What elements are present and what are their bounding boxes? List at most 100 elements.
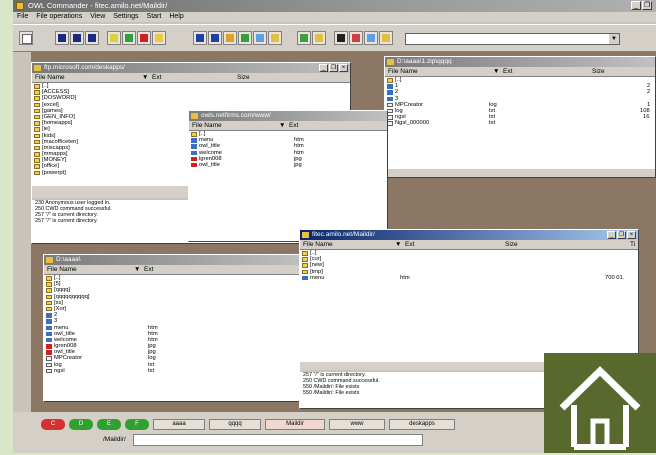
- toolbar-button-blank[interactable]: [19, 31, 33, 45]
- drive-button-c[interactable]: C: [41, 419, 65, 430]
- brief-view-icon[interactable]: [55, 31, 69, 45]
- full-view-icon[interactable]: [70, 31, 84, 45]
- tab-deskapps[interactable]: deskapps: [389, 419, 455, 430]
- col-ext[interactable]: Ext: [503, 67, 512, 76]
- folder-icon: [34, 65, 41, 71]
- terminal-icon[interactable]: [297, 31, 311, 45]
- file-icon: [387, 102, 393, 108]
- tab-maildir[interactable]: Maildir: [265, 419, 325, 430]
- tab-aaaa[interactable]: aaaa: [153, 419, 205, 430]
- col-file-name[interactable]: File Name: [192, 121, 222, 130]
- file-size: 700 01.: [605, 274, 625, 281]
- owl-www-panel[interactable]: owls.netfirms.com/www/ File Name ▼ Ext […: [188, 110, 388, 242]
- file-ext: htm: [400, 274, 410, 281]
- file-name: Ngsl_000000: [395, 120, 430, 127]
- local-aaaa-panel[interactable]: D:\aaaa\ File Name ▼ Ext [..] [5] [qqqq] [q…: [43, 254, 305, 402]
- folder-icon: [34, 139, 40, 145]
- delete-icon[interactable]: [137, 31, 151, 45]
- connect-icon[interactable]: [312, 31, 326, 45]
- col-file-name[interactable]: File Name: [47, 265, 77, 274]
- move-icon[interactable]: [122, 31, 136, 45]
- close-button[interactable]: ×: [339, 64, 348, 72]
- column-header[interactable]: File Name ▼ Ext Size Ti: [300, 240, 638, 250]
- folder-open-icon[interactable]: [379, 31, 393, 45]
- binoculars-icon[interactable]: [334, 31, 348, 45]
- list-item[interactable]: Ngsl_000000 txt: [385, 120, 655, 126]
- minimize-button[interactable]: _: [607, 231, 616, 239]
- sort-icon[interactable]: ▼: [134, 265, 140, 274]
- col-size[interactable]: Size: [237, 73, 250, 82]
- menu-help[interactable]: Help: [169, 12, 183, 22]
- folder-icon: [387, 78, 393, 83]
- panel-title-text: D:\aaaa\: [56, 256, 81, 263]
- file-icon: [46, 325, 52, 330]
- sort-icon[interactable]: ▼: [279, 121, 285, 130]
- folder-icon: [302, 263, 308, 268]
- menu-start[interactable]: Start: [147, 12, 162, 22]
- menu-file[interactable]: File: [17, 12, 28, 22]
- column-header[interactable]: File Name ▼ Ext: [189, 121, 387, 131]
- file-icon: [191, 144, 197, 149]
- menu-file-operations[interactable]: File operations: [36, 12, 82, 22]
- panel-title: ftp.microsoft.com/deskapps/ _ ❐ ×: [32, 63, 350, 73]
- col-size[interactable]: Size: [592, 67, 605, 76]
- file-icon: [46, 331, 52, 337]
- view-icon[interactable]: [208, 31, 222, 45]
- drive-button-e[interactable]: E: [97, 419, 121, 430]
- file-icon: [46, 356, 52, 361]
- command-line-input[interactable]: [133, 434, 423, 446]
- zip-icon[interactable]: [268, 31, 282, 45]
- menu-settings[interactable]: Settings: [113, 12, 138, 22]
- list-item[interactable]: menu htm 700 01.: [300, 275, 638, 281]
- column-header[interactable]: File Name ▼ Ext: [44, 265, 304, 275]
- col-ext[interactable]: Ext: [144, 265, 153, 274]
- panel-title: owls.netfirms.com/www/: [189, 111, 387, 121]
- maximize-button[interactable]: ❐: [329, 64, 338, 72]
- maximize-button[interactable]: ❐: [642, 1, 652, 10]
- col-ext[interactable]: Ext: [405, 240, 414, 249]
- file-list: [..] 12 22 3 MPCreator log 1 log txt 108 ngs…: [385, 77, 655, 169]
- col-ext[interactable]: Ext: [152, 73, 161, 82]
- file-icon: [46, 337, 52, 343]
- minimize-button[interactable]: _: [631, 1, 641, 10]
- sort-icon[interactable]: ▼: [493, 67, 499, 76]
- col-size[interactable]: Size: [505, 240, 518, 249]
- file-icon: [191, 150, 197, 156]
- command-combo[interactable]: ▼: [405, 33, 620, 45]
- sort-icon[interactable]: ▼: [142, 73, 148, 82]
- copy-icon[interactable]: [107, 31, 121, 45]
- folder-icon: [34, 170, 40, 176]
- image-icon[interactable]: [253, 31, 267, 45]
- zip-archive-panel[interactable]: D:\aaaa\1.zip\qqqq File Name ▼ Ext Size …: [384, 56, 656, 178]
- list-item[interactable]: owl_title jpg: [189, 162, 387, 168]
- folder-icon: [302, 251, 308, 256]
- panel-title: D:\aaaa\1.zip\qqqq: [385, 57, 655, 67]
- list-item[interactable]: ngsl txt: [44, 368, 304, 374]
- col-file-name[interactable]: File Name: [388, 67, 418, 76]
- col-time[interactable]: Ti: [630, 240, 635, 249]
- refresh-icon[interactable]: [238, 31, 252, 45]
- minimize-button[interactable]: _: [319, 64, 328, 72]
- folder-icon[interactable]: [152, 31, 166, 45]
- column-header[interactable]: File Name ▼ Ext Size: [32, 73, 350, 83]
- col-file-name[interactable]: File Name: [303, 240, 333, 249]
- menu-view[interactable]: View: [90, 12, 105, 22]
- col-ext[interactable]: Ext: [289, 121, 298, 130]
- folder-icon: [34, 96, 40, 101]
- back-icon[interactable]: [349, 31, 363, 45]
- forward-icon[interactable]: [364, 31, 378, 45]
- font-icon[interactable]: [193, 31, 207, 45]
- col-file-name[interactable]: File Name: [35, 73, 65, 82]
- sort-icon[interactable]: ▼: [395, 240, 401, 249]
- tree-view-icon[interactable]: [85, 31, 99, 45]
- tab-qqqq[interactable]: qqqq: [209, 419, 261, 430]
- column-header[interactable]: File Name ▼ Ext Size: [385, 67, 655, 77]
- drive-button-f[interactable]: F: [125, 419, 149, 430]
- tab-www[interactable]: www: [329, 419, 385, 430]
- close-button[interactable]: ×: [627, 231, 636, 239]
- chevron-down-icon[interactable]: ▼: [609, 34, 619, 44]
- maximize-button[interactable]: ❐: [617, 231, 626, 239]
- drive-button-d[interactable]: D: [69, 419, 93, 430]
- help-icon[interactable]: [223, 31, 237, 45]
- current-path-label: /Maildir/: [103, 436, 126, 443]
